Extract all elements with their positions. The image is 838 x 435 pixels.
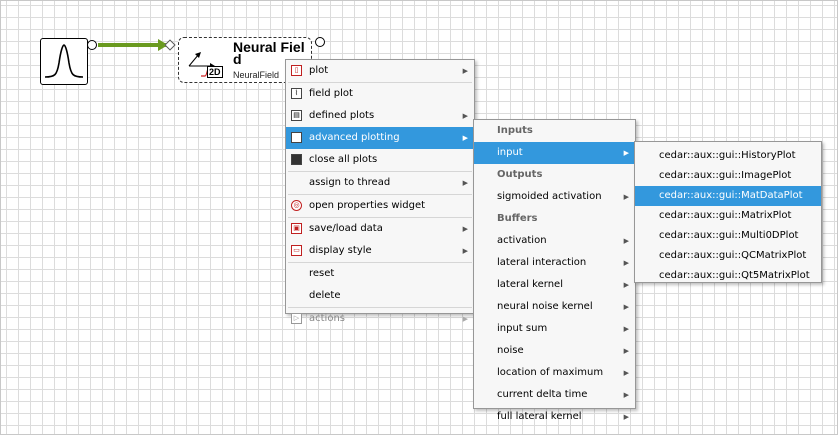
data-item-input[interactable]: input ▶	[474, 142, 635, 164]
menu-item-label: defined plots	[309, 110, 375, 121]
dimension-badge: 2D	[207, 66, 223, 78]
menu-item-label: sigmoided activation	[497, 191, 602, 202]
submenu-arrow-icon: ▶	[623, 193, 629, 201]
menu-item-label: plot	[309, 65, 329, 76]
menu-item-label: actions	[309, 313, 345, 324]
menu-item-label: activation	[497, 235, 547, 246]
submenu-arrow-icon: ▶	[623, 347, 629, 355]
field-title-line1: Neural Fiel	[233, 39, 305, 55]
data-item-sigmoided-activation[interactable]: sigmoided activation ▶	[474, 186, 635, 208]
submenu-arrow-icon: ▶	[462, 225, 468, 233]
menu-item-label: location of maximum	[497, 367, 604, 378]
menu-item-label: noise	[497, 345, 524, 356]
submenu-arrow-icon: ▶	[462, 247, 468, 255]
save-load-icon: ▣	[291, 223, 302, 234]
submenu-arrow-icon: ▶	[623, 259, 629, 267]
menu-item-label: input sum	[497, 323, 548, 334]
menu-item-label: display style	[309, 245, 372, 256]
menu-item-reset[interactable]: reset	[286, 263, 474, 285]
menu-item-label: open properties widget	[309, 200, 426, 211]
menu-item-close-all-plots[interactable]: close all plots	[286, 149, 474, 171]
plot-type-history[interactable]: cedar::aux::gui::HistoryPlot	[635, 146, 821, 166]
plot-type-qcmatrix[interactable]: cedar::aux::gui::QCMatrixPlot	[635, 246, 821, 266]
submenu-arrow-icon: ▶	[462, 67, 468, 75]
menu-item-label: save/load data	[309, 223, 383, 234]
close-plots-icon	[291, 154, 302, 165]
data-item-buffer[interactable]: lateral interaction ▶	[474, 252, 635, 274]
menu-item-label: field plot	[309, 88, 353, 99]
plot-type-matrix[interactable]: cedar::aux::gui::MatrixPlot	[635, 206, 821, 226]
section-inputs: Inputs	[497, 125, 533, 136]
submenu-arrow-icon: ▶	[462, 134, 468, 142]
menu-item-label: delete	[309, 290, 341, 301]
menu-item-actions[interactable]: ▷ actions ▶	[286, 308, 474, 330]
menu-item-assign-to-thread[interactable]: assign to thread ▶	[286, 172, 474, 194]
submenu-arrow-icon: ▶	[462, 315, 468, 323]
submenu-arrow-icon: ▶	[623, 325, 629, 333]
menu-item-advanced-plotting[interactable]: ▧ advanced plotting ▶	[286, 127, 474, 149]
plot-type-multi0d[interactable]: cedar::aux::gui::Multi0DPlot	[635, 226, 821, 246]
submenu-arrow-icon: ▶	[623, 391, 629, 399]
submenu-arrow-icon: ▶	[462, 179, 468, 187]
data-item-buffer[interactable]: activation ▶	[474, 230, 635, 252]
menu-item-label: advanced plotting	[309, 132, 400, 143]
data-item-buffer[interactable]: current delta time ▶	[474, 384, 635, 406]
advanced-plotting-icon: ▧	[291, 132, 302, 143]
section-outputs: Outputs	[497, 169, 543, 180]
menu-item-label: neural noise kernel	[497, 301, 593, 312]
gauss-input-node[interactable]	[40, 38, 88, 85]
section-buffers: Buffers	[497, 213, 538, 224]
menu-item-save-load-data[interactable]: ▣ save/load data ▶	[286, 218, 474, 240]
data-item-buffer[interactable]: neural noise kernel ▶	[474, 296, 635, 318]
menu-item-plot[interactable]: ▯ plot ▶	[286, 60, 474, 82]
field-output-port[interactable]	[315, 37, 325, 47]
submenu-arrow-icon: ▶	[623, 281, 629, 289]
menu-item-open-properties[interactable]: ◎ open properties widget	[286, 195, 474, 217]
submenu-arrow-icon: ▶	[623, 149, 629, 157]
field-plot-icon: ⌇	[291, 88, 302, 99]
actions-icon: ▷	[291, 313, 302, 324]
plot-type-submenu: cedar::aux::gui::HistoryPlot cedar::aux:…	[634, 141, 822, 283]
menu-item-label: reset	[309, 268, 335, 279]
gauss-curve-icon	[44, 44, 84, 78]
data-item-buffer[interactable]: full lateral kernel ▶	[474, 406, 635, 428]
plot-type-image[interactable]: cedar::aux::gui::ImagePlot	[635, 166, 821, 186]
submenu-arrow-icon: ▶	[623, 303, 629, 311]
menu-item-label: close all plots	[309, 154, 378, 165]
context-menu: ▯ plot ▶ ⌇ field plot ▤ defined plots ▶ …	[285, 59, 475, 324]
plot-type-matdata[interactable]: cedar::aux::gui::MatDataPlot	[635, 186, 821, 206]
menu-item-defined-plots[interactable]: ▤ defined plots ▶	[286, 105, 474, 127]
submenu-arrow-icon: ▶	[623, 413, 629, 421]
data-item-buffer[interactable]: lateral kernel ▶	[474, 274, 635, 296]
menu-item-label: lateral kernel	[497, 279, 563, 290]
properties-icon: ◎	[291, 200, 302, 211]
menu-item-label: full lateral kernel	[497, 411, 582, 422]
submenu-arrow-icon: ▶	[623, 237, 629, 245]
field-title-line2: d	[233, 51, 242, 67]
menu-item-display-style[interactable]: ▭ display style ▶	[286, 240, 474, 262]
data-item-buffer[interactable]: location of maximum ▶	[474, 362, 635, 384]
field-class-name: NeuralField	[233, 70, 280, 80]
data-item-buffer[interactable]: input sum ▶	[474, 318, 635, 340]
menu-item-label: assign to thread	[309, 177, 391, 188]
data-submenu: Inputs input ▶ Outputs sigmoided activat…	[473, 119, 636, 422]
gauss-output-port[interactable]	[87, 40, 97, 50]
submenu-arrow-icon: ▶	[462, 112, 468, 120]
defined-plots-icon: ▤	[291, 110, 302, 121]
menu-item-field-plot[interactable]: ⌇ field plot	[286, 83, 474, 105]
plot-type-qt5matrix[interactable]: cedar::aux::gui::Qt5MatrixPlot	[635, 266, 821, 286]
menu-item-label: lateral interaction	[497, 257, 587, 268]
submenu-arrow-icon: ▶	[623, 369, 629, 377]
plot-icon: ▯	[291, 65, 302, 76]
menu-item-label: input	[497, 147, 523, 158]
menu-item-label: current delta time	[497, 389, 588, 400]
menu-item-delete[interactable]: delete	[286, 285, 474, 307]
display-style-icon: ▭	[291, 245, 302, 256]
data-item-buffer[interactable]: noise ▶	[474, 340, 635, 362]
